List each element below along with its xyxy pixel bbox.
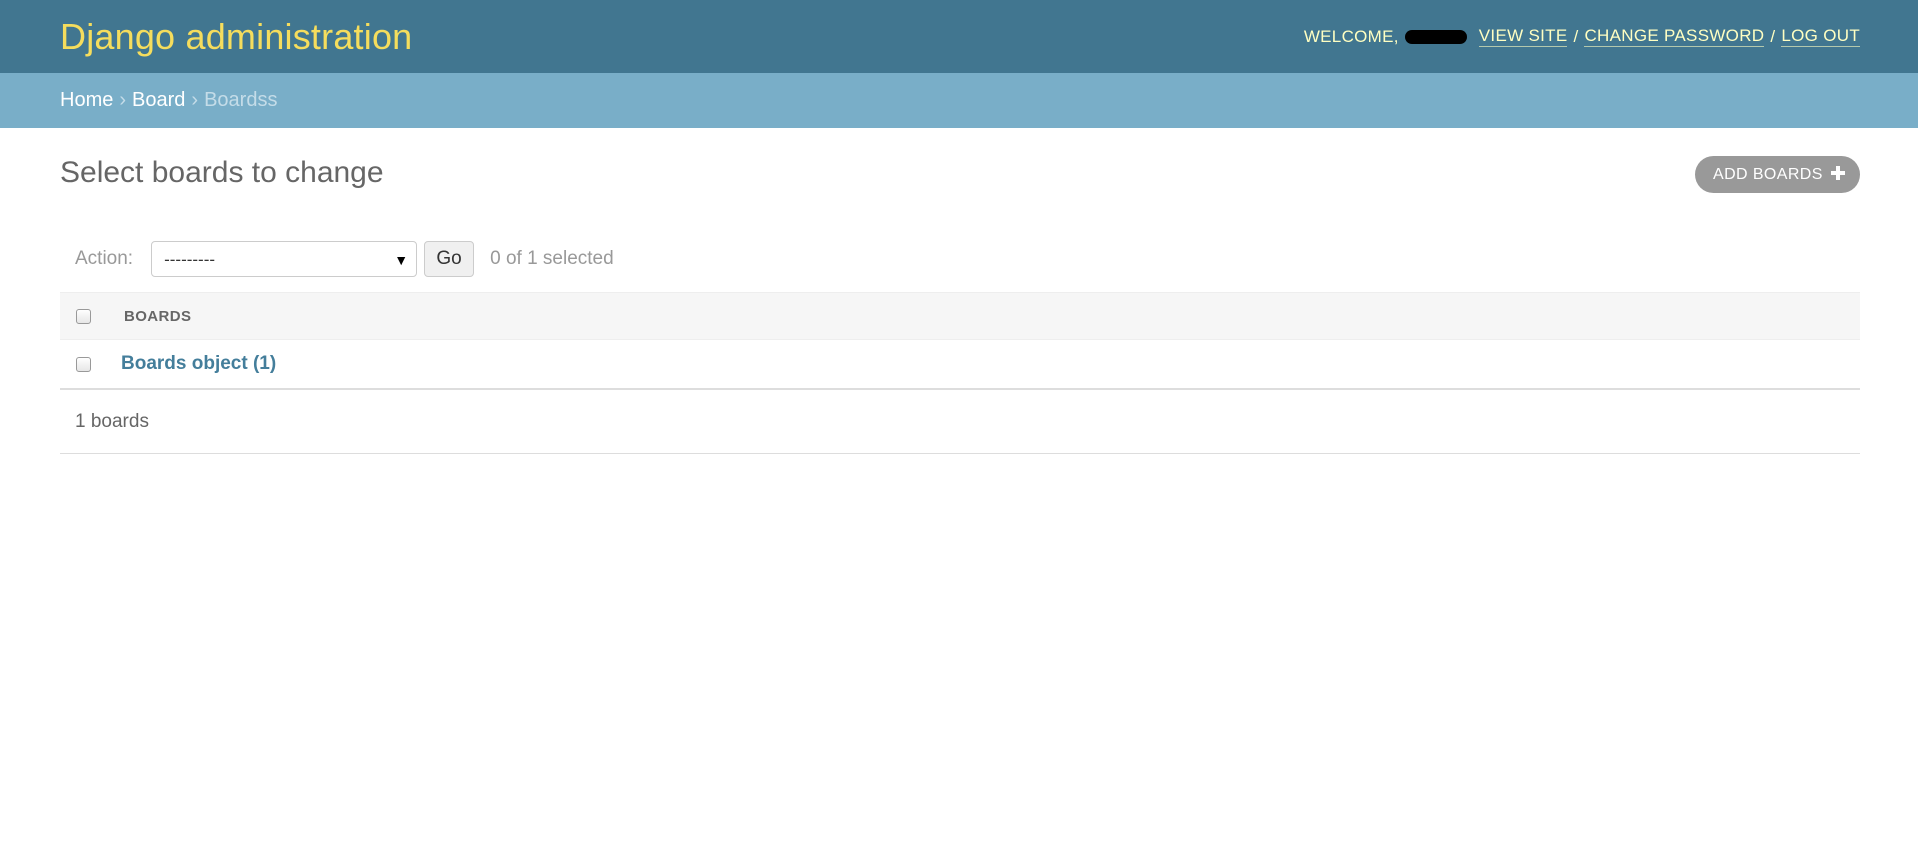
header: Django administration WELCOME, VIEW SITE… [0,0,1918,73]
result-count: 1 boards [75,410,149,432]
breadcrumb-app[interactable]: Board [132,89,185,112]
breadcrumb-current: Boardss [204,89,278,111]
table-row: Boards object (1) [60,340,1860,390]
action-select[interactable]: --------- ▼ [151,241,418,277]
paginator: 1 boards [60,390,1860,454]
page-title: Select boards to change [60,156,384,189]
selection-counter: 0 of 1 selected [490,248,614,269]
caret-down-icon: ▼ [394,252,409,268]
go-button[interactable]: Go [424,241,475,277]
actions-bar: Action: --------- ▼ Go 0 of 1 selected [60,238,1860,280]
results-table: BOARDS Boards object (1) 1 boards [60,292,1860,454]
row-link[interactable]: Boards object (1) [121,353,276,375]
breadcrumb-separator: › [119,89,127,111]
separator: / [1573,26,1579,46]
action-select-value: --------- [164,250,216,269]
table-header: BOARDS [60,292,1860,340]
view-site-link[interactable]: VIEW SITE [1478,26,1568,47]
breadcrumb: Home › Board › Boardss [0,73,1918,128]
change-password-link[interactable]: CHANGE PASSWORD [1584,26,1765,47]
site-brand[interactable]: Django administration [60,16,412,58]
log-out-link[interactable]: LOG OUT [1781,26,1860,47]
column-header-boards[interactable]: BOARDS [124,308,191,325]
add-boards-label: ADD BOARDS [1713,165,1823,183]
user-tools: WELCOME, VIEW SITE / CHANGE PASSWORD / L… [1304,26,1860,47]
add-boards-button[interactable]: ADD BOARDS [1695,156,1860,193]
breadcrumb-separator: › [191,89,199,111]
plus-icon [1831,166,1845,180]
redacted-username [1404,29,1467,44]
separator: / [1770,26,1776,46]
select-all-checkbox[interactable] [76,308,91,324]
row-checkbox[interactable] [76,356,91,372]
breadcrumb-home[interactable]: Home [60,89,113,112]
welcome-text: WELCOME, [1303,26,1399,46]
action-label: Action: [75,248,134,269]
